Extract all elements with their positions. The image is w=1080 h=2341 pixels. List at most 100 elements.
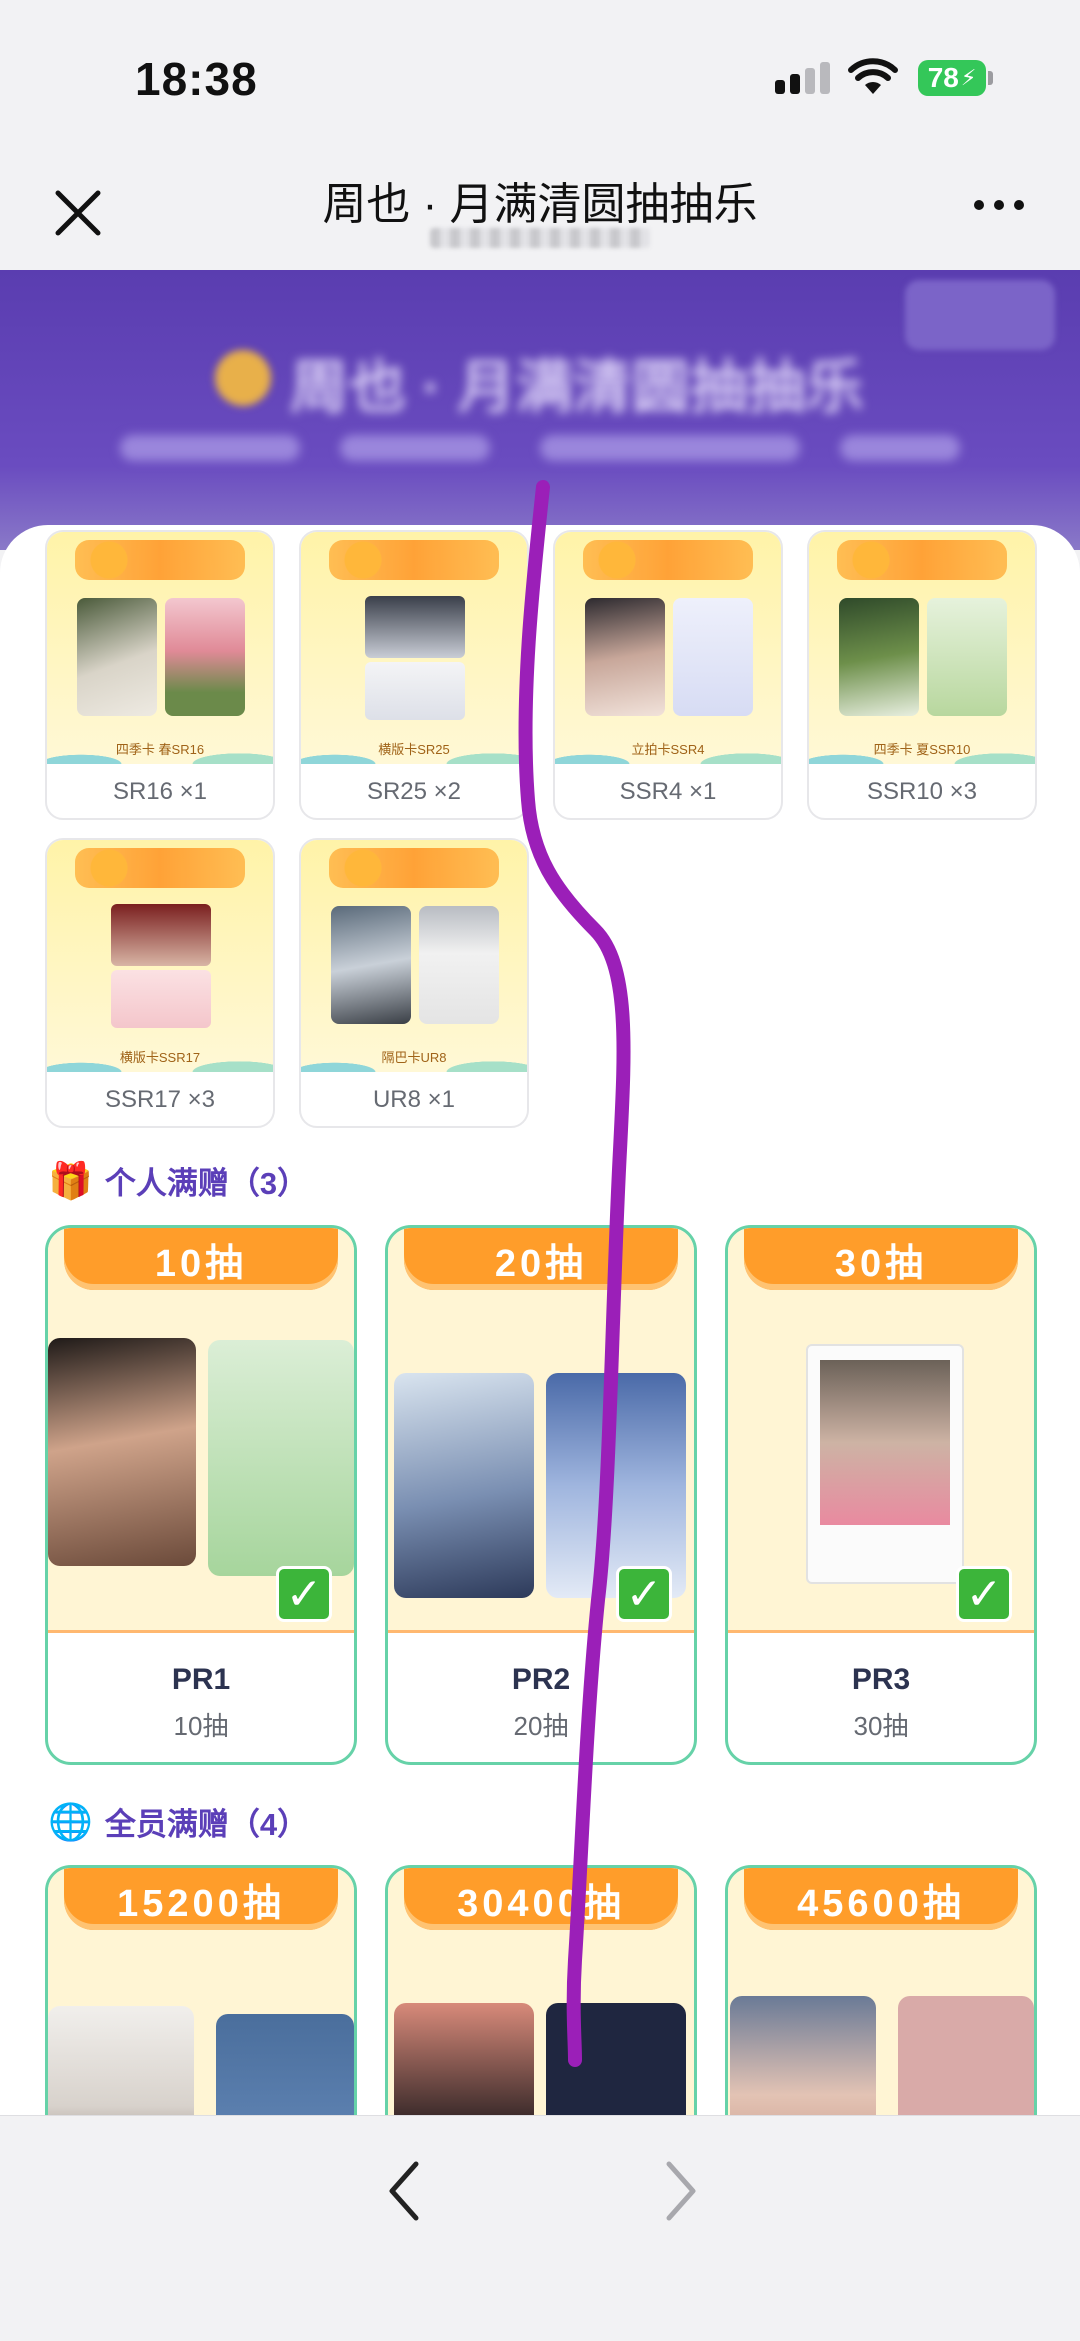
event-avatar-icon bbox=[215, 350, 271, 406]
draw-count-pill: 45600抽 bbox=[744, 1868, 1018, 1930]
card-count-label: SR25 ×2 bbox=[366, 778, 462, 805]
bonus-card-pr2[interactable]: 20抽 ✓ PR2 20抽 bbox=[385, 1225, 697, 1765]
card-photo bbox=[673, 598, 753, 716]
card-artwork: 横版卡SSR17 bbox=[47, 840, 273, 1072]
chevron-right-icon[interactable] bbox=[655, 2156, 705, 2226]
global-bonus-card-3[interactable]: ? 45600抽 bbox=[725, 1865, 1037, 2115]
event-banner bbox=[583, 540, 753, 580]
bonus-requirement: 10抽 bbox=[173, 1711, 229, 1741]
card-photo bbox=[111, 970, 211, 1028]
card-count-label: UR8 ×1 bbox=[372, 1086, 456, 1113]
card-artwork: 四季卡 春SR16 bbox=[47, 532, 273, 764]
event-banner bbox=[75, 540, 245, 580]
card-caption: 横版卡SR25 bbox=[378, 742, 450, 757]
header-action-button[interactable] bbox=[905, 280, 1055, 350]
polaroid-frame bbox=[806, 1344, 964, 1584]
bonus-photo bbox=[216, 2014, 354, 2115]
result-card[interactable]: 四季卡 夏SSR10 SSR10 ×3 bbox=[807, 530, 1037, 820]
card-count-label: SSR10 ×3 bbox=[866, 778, 978, 805]
event-title: 周也 · 月满清圆抽抽乐 bbox=[290, 355, 864, 420]
card-photo bbox=[165, 598, 245, 716]
card-photo bbox=[585, 598, 665, 716]
card-count-label: SSR4 ×1 bbox=[619, 778, 717, 805]
event-banner bbox=[837, 540, 1007, 580]
draw-count-pill: 20抽 bbox=[404, 1228, 678, 1290]
card-photo bbox=[365, 662, 465, 720]
status-bar: 18:38 78 ⚡ bbox=[0, 0, 1080, 140]
draw-count-pill: 30抽 bbox=[744, 1228, 1018, 1290]
result-card[interactable]: 四季卡 春SR16 SR16 ×1 bbox=[45, 530, 275, 820]
cellular-signal-icon bbox=[775, 62, 830, 94]
status-time: 18:38 bbox=[135, 53, 258, 105]
bonus-requirement: 20抽 bbox=[513, 1711, 569, 1741]
check-icon: ✓ bbox=[956, 1566, 1012, 1622]
global-bonus-card-1[interactable]: 15200抽 bbox=[45, 1865, 357, 2115]
result-card[interactable]: 立拍卡SSR4 SSR4 ×1 bbox=[553, 530, 783, 820]
chevron-left-icon[interactable] bbox=[380, 2156, 430, 2226]
battery-level: 78 bbox=[927, 62, 959, 93]
battery-nub bbox=[988, 71, 993, 85]
more-options-icon[interactable] bbox=[974, 200, 1024, 210]
draw-count-pill: 30400抽 bbox=[404, 1868, 678, 1930]
card-count-label: SR16 ×1 bbox=[112, 778, 208, 805]
check-icon: ✓ bbox=[616, 1566, 672, 1622]
card-count-label: SSR17 ×3 bbox=[104, 1086, 216, 1113]
bonus-card-pr1[interactable]: 10抽 ✓ PR1 10抽 bbox=[45, 1225, 357, 1765]
result-card[interactable]: 横版卡SSR17 SSR17 ×3 bbox=[45, 838, 275, 1128]
mystery-card: ? bbox=[546, 2003, 686, 2115]
event-banner bbox=[329, 848, 499, 888]
card-caption: 横版卡SSR17 bbox=[119, 1050, 201, 1065]
bonus-photo bbox=[48, 1338, 196, 1566]
card-photo bbox=[365, 596, 465, 658]
card-caption: 四季卡 夏SSR10 bbox=[873, 742, 971, 757]
card-photo bbox=[331, 906, 411, 1024]
bonus-code: PR3 bbox=[851, 1663, 911, 1696]
card-photo bbox=[419, 906, 499, 1024]
bonus-code: PR1 bbox=[171, 1663, 231, 1696]
nav-bar: 周也 · 月满清圆抽抽乐 bbox=[0, 140, 1080, 270]
card-caption: 四季卡 春SR16 bbox=[115, 742, 205, 757]
card-photo bbox=[839, 598, 919, 716]
result-card[interactable]: 隔巴卡UR8 UR8 ×1 bbox=[299, 838, 529, 1128]
card-artwork: 隔巴卡UR8 bbox=[301, 840, 527, 1072]
header-meta-4 bbox=[840, 435, 960, 461]
gift-icon: 🎁 bbox=[48, 1159, 93, 1201]
bonus-card-pr3[interactable]: 30抽 ✓ PR3 30抽 bbox=[725, 1225, 1037, 1765]
bonus-photo bbox=[820, 1360, 950, 1525]
event-header-blurred: 周也 · 月满清圆抽抽乐 bbox=[0, 270, 1080, 550]
event-banner bbox=[75, 848, 245, 888]
bonus-requirement: 30抽 bbox=[853, 1711, 909, 1741]
globe-icon: 🌐 bbox=[48, 1800, 93, 1842]
bonus-photo bbox=[546, 1373, 686, 1598]
mystery-card: ? bbox=[898, 1996, 1034, 2115]
bonus-code: PR2 bbox=[511, 1663, 571, 1696]
card-caption: 隔巴卡UR8 bbox=[381, 1050, 447, 1065]
results-sheet: 四季卡 春SR16 SR16 ×1 横版卡SR25 SR25 ×2 立拍卡SSR… bbox=[0, 525, 1080, 2115]
card-photo bbox=[927, 598, 1007, 716]
bonus-photo bbox=[208, 1340, 354, 1576]
card-caption: 立拍卡SSR4 bbox=[631, 742, 705, 757]
section-title-text: 全员满赠（4） bbox=[104, 1807, 309, 1842]
page-subtitle-redacted bbox=[430, 228, 650, 248]
event-banner bbox=[329, 540, 499, 580]
bonus-photo bbox=[394, 1373, 534, 1598]
card-artwork: 立拍卡SSR4 bbox=[555, 532, 781, 764]
check-icon: ✓ bbox=[276, 1566, 332, 1622]
card-photo bbox=[111, 904, 211, 966]
header-meta-3 bbox=[540, 435, 800, 461]
bonus-photo bbox=[394, 2003, 534, 2115]
section-title-personal: 🎁 个人满赠（3） bbox=[48, 1158, 308, 1203]
wifi-icon bbox=[848, 58, 898, 94]
header-meta-2 bbox=[340, 435, 490, 461]
section-title-global: 🌐 全员满赠（4） bbox=[48, 1799, 308, 1844]
draw-count-pill: 15200抽 bbox=[64, 1868, 338, 1930]
page-title: 周也 · 月满清圆抽抽乐 bbox=[322, 180, 758, 229]
bonus-photo bbox=[730, 1996, 876, 2115]
result-card[interactable]: 横版卡SR25 SR25 ×2 bbox=[299, 530, 529, 820]
card-photo bbox=[77, 598, 157, 716]
bonus-photo bbox=[48, 2006, 194, 2115]
card-artwork: 四季卡 夏SSR10 bbox=[809, 532, 1035, 764]
draw-count-pill: 10抽 bbox=[64, 1228, 338, 1290]
global-bonus-card-2[interactable]: ? 30400抽 bbox=[385, 1865, 697, 2115]
section-title-text: 个人满赠（3） bbox=[104, 1166, 309, 1201]
